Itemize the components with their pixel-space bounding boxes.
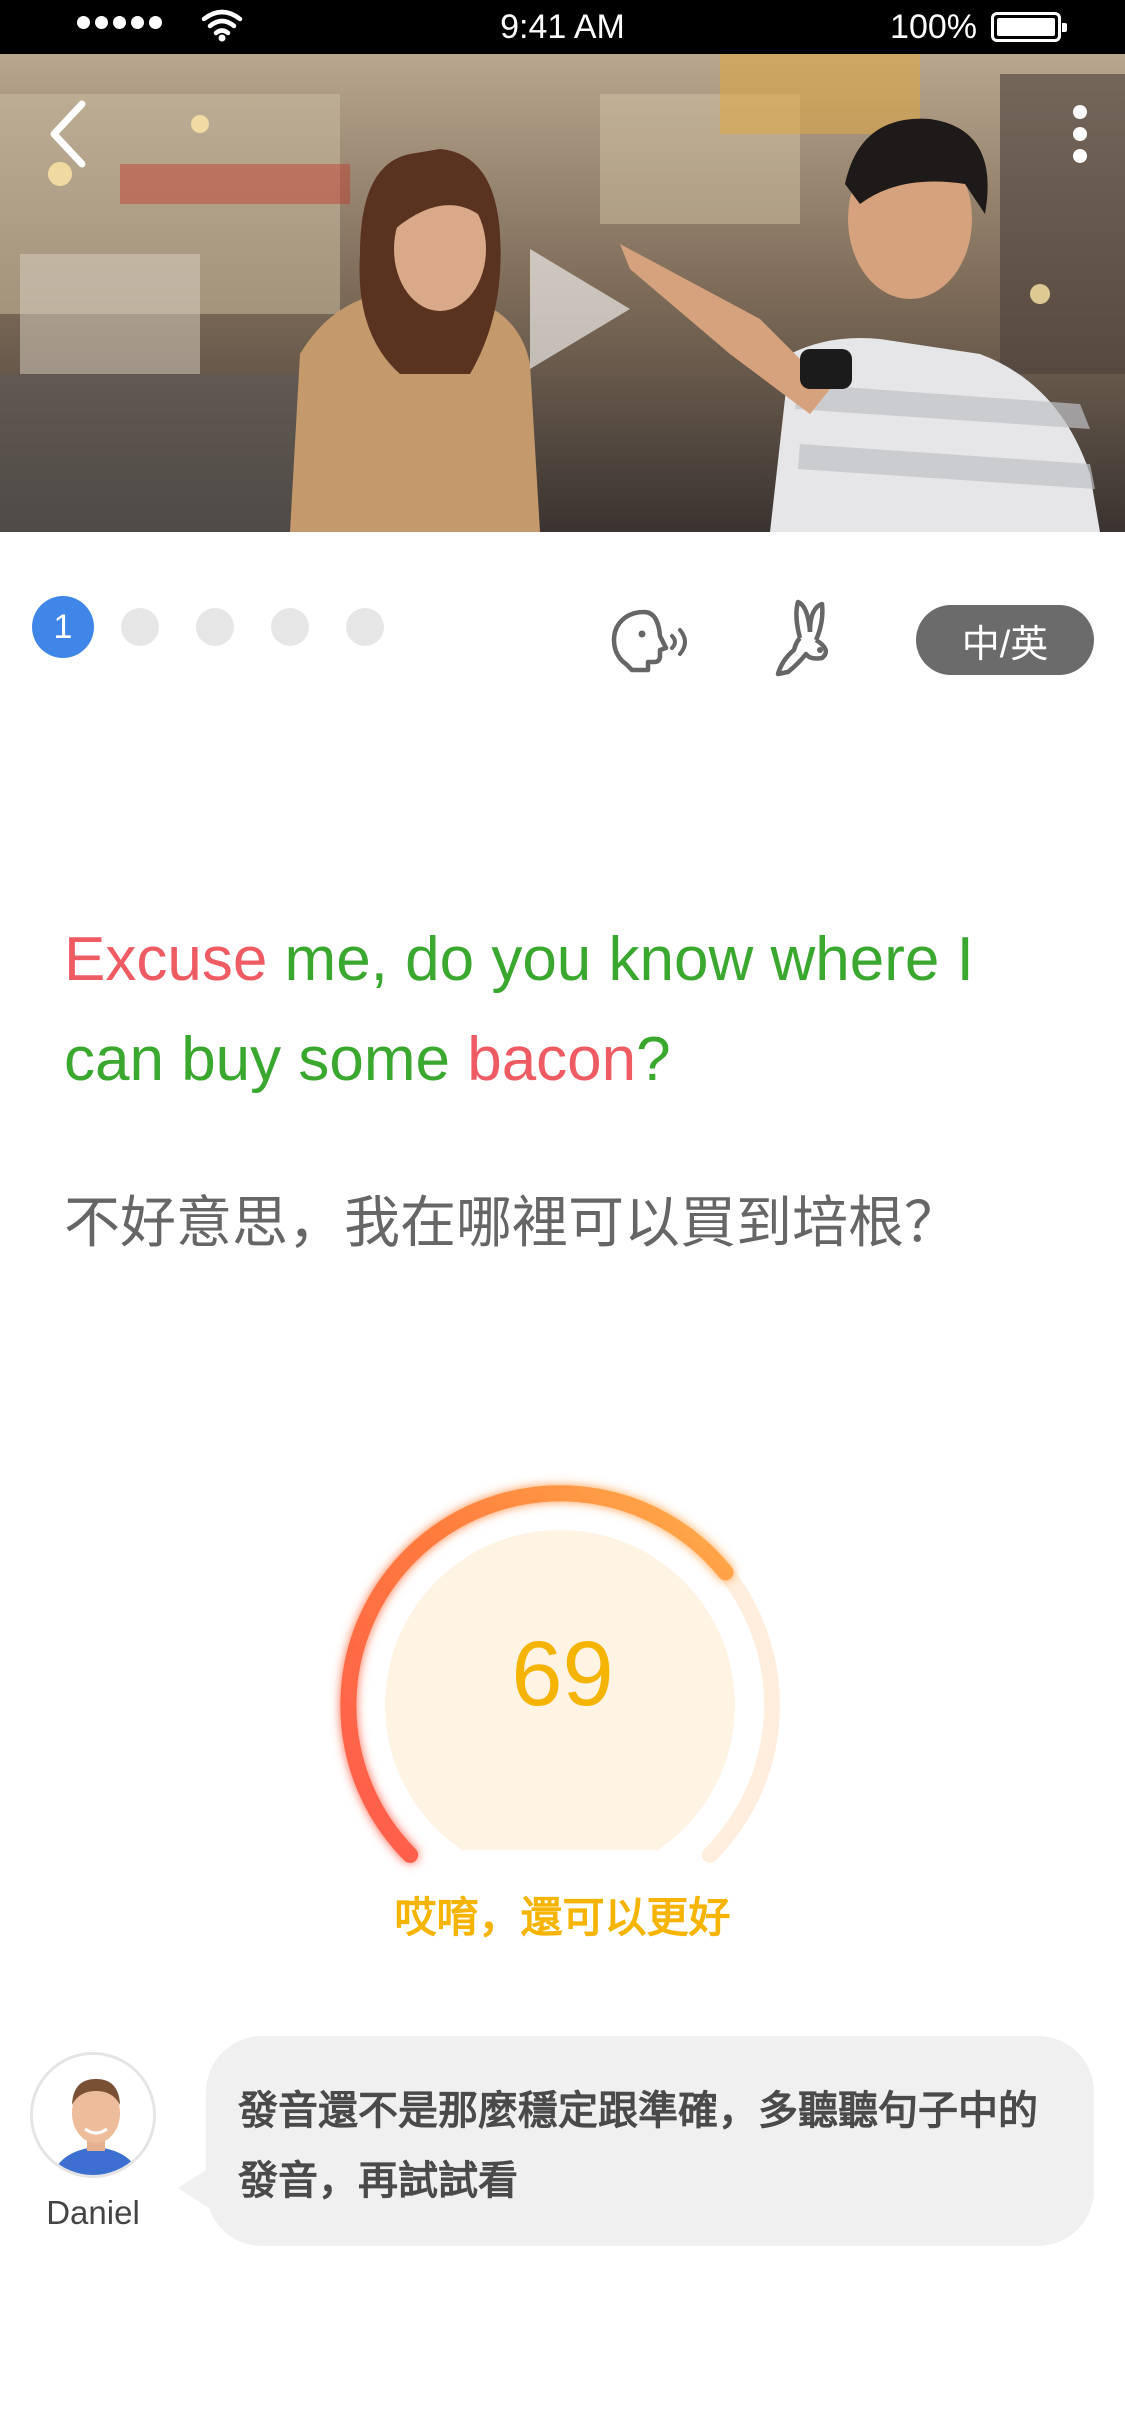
play-button[interactable]: [520, 249, 640, 369]
lesson-video[interactable]: [0, 54, 1125, 532]
chinese-translation: 不好意思，我在哪裡可以買到培根？: [64, 1191, 960, 1254]
score-message: 哎唷，還可以更好: [394, 1894, 731, 1941]
mispronounced-word: Excuse: [64, 925, 268, 994]
speak-head-icon[interactable]: [608, 604, 692, 674]
step-dot[interactable]: [346, 608, 384, 646]
score-value: 69: [511, 1623, 614, 1725]
status-bar: 9:41 AM 100%: [0, 0, 1125, 54]
correct-word: ?: [636, 1025, 671, 1094]
more-options-button[interactable]: [1065, 94, 1095, 174]
step-dot-current[interactable]: 1: [32, 596, 94, 658]
tutor-avatar: [30, 2052, 156, 2178]
rabbit-icon[interactable]: [770, 598, 842, 678]
back-button[interactable]: [40, 94, 100, 174]
english-sentence: Excuse me, do you know where I can buy s…: [64, 910, 1074, 1110]
language-toggle-button[interactable]: 中/英: [916, 605, 1094, 675]
progress-steps: 1: [32, 596, 421, 658]
step-dot[interactable]: [271, 608, 309, 646]
battery-icon: [991, 12, 1067, 42]
step-dot[interactable]: [196, 608, 234, 646]
step-dot[interactable]: [121, 608, 159, 646]
tutor-feedback-bubble: 發音還不是那麼穩定跟準確，多聽聽句子中的發音，再試試看: [178, 2036, 1094, 2246]
mispronounced-word: bacon: [467, 1025, 637, 1094]
tutor-feedback-text: 發音還不是那麼穩定跟準確，多聽聽句子中的發音，再試試看: [238, 2089, 1038, 2203]
battery-percent: 100%: [890, 8, 977, 46]
tutor-name: Daniel: [46, 2194, 140, 2231]
